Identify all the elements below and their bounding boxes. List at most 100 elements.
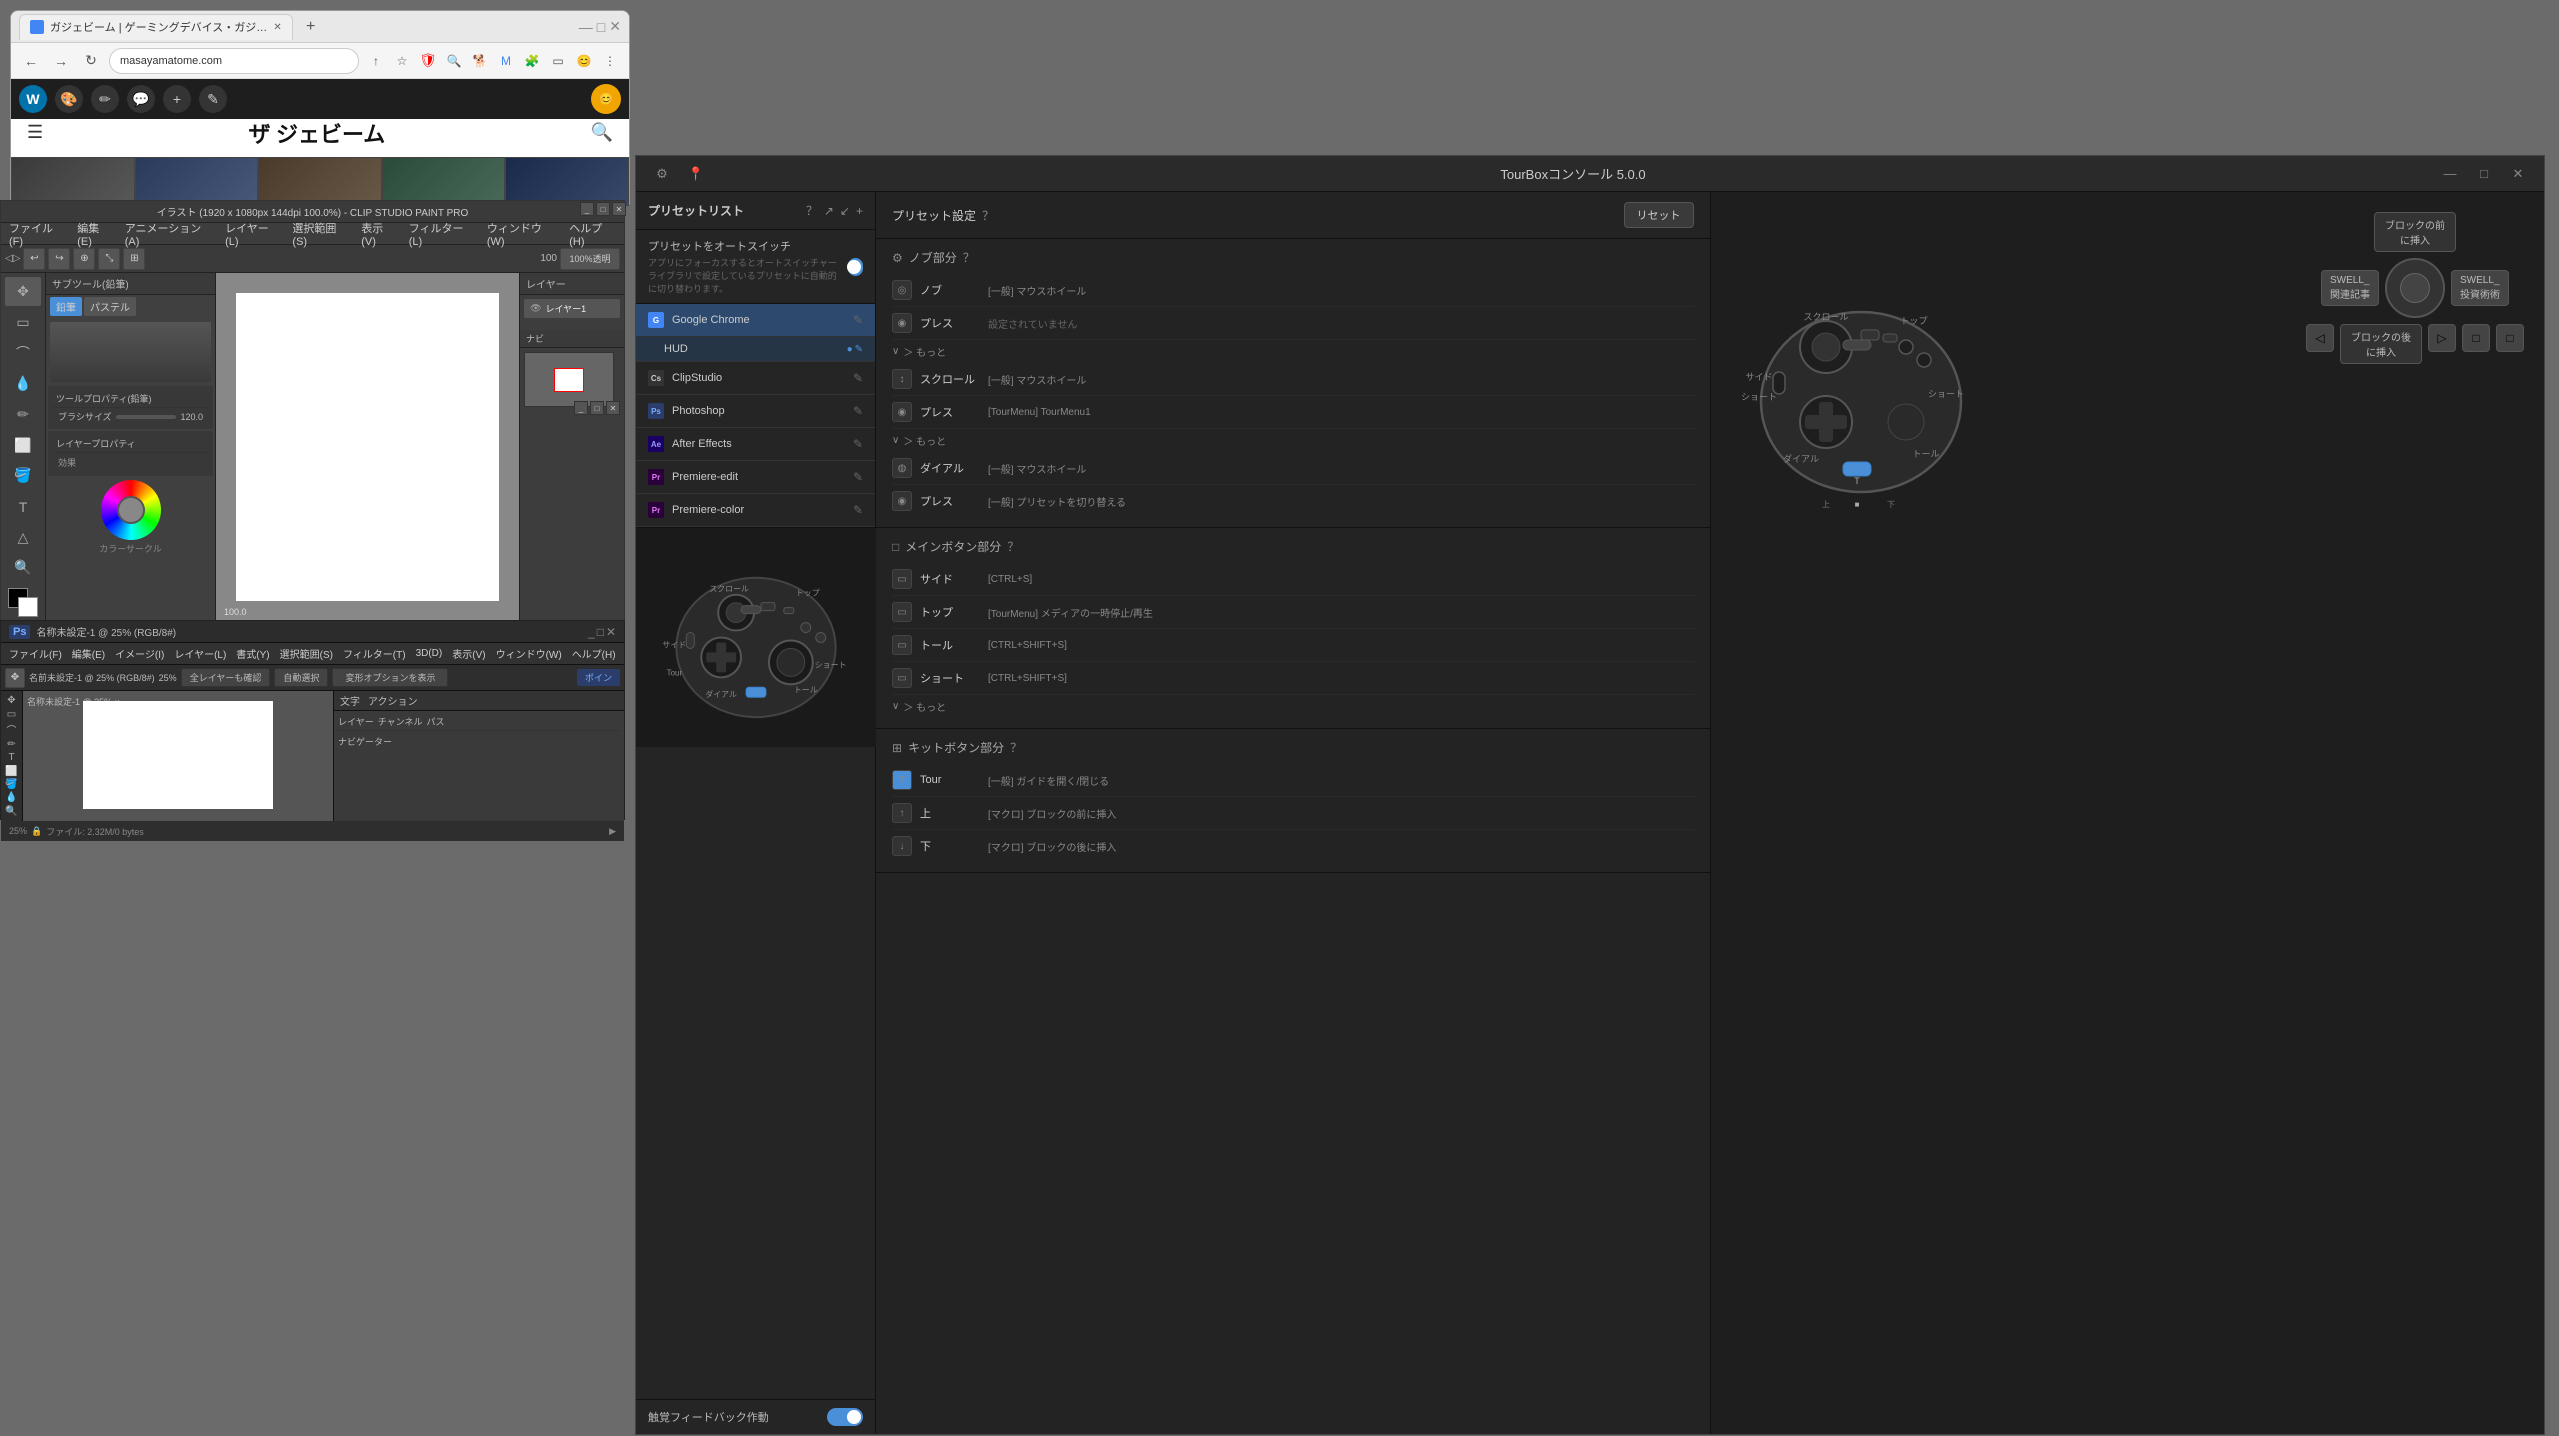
csp-cls-btn[interactable]: ✕ bbox=[612, 202, 626, 216]
csp-tool-fill[interactable]: 🪣 bbox=[5, 461, 41, 490]
ps-tool-move[interactable]: ✥ bbox=[5, 668, 25, 688]
csp-restore-btn[interactable]: □ bbox=[590, 401, 604, 415]
browser-tab[interactable]: ガジェビーム | ゲーミングデバイス・ガジ… ✕ bbox=[19, 14, 293, 40]
ps-menu-image[interactable]: イメージ(I) bbox=[115, 646, 164, 661]
ps-tool-4[interactable]: ✏ bbox=[3, 739, 21, 750]
ps-minimize-btn[interactable]: _ bbox=[588, 625, 595, 639]
swell-sub-btn-1[interactable]: ◁ bbox=[2306, 324, 2334, 352]
csp-layer-item[interactable]: 👁 レイヤー1 bbox=[524, 299, 620, 318]
preset-edit-icon-chrome[interactable]: ✎ bbox=[853, 313, 863, 327]
ps-menu-help[interactable]: ヘルプ(H) bbox=[572, 646, 616, 661]
preset-item-aftereffects[interactable]: Ae After Effects ✎ bbox=[636, 428, 875, 461]
csp-tool-pen[interactable]: ✏ bbox=[5, 400, 41, 429]
wp-comment-btn[interactable]: 💬 bbox=[127, 85, 155, 113]
preset-settings-info[interactable]: ？ bbox=[982, 207, 994, 224]
ps-channel-tab[interactable]: チャンネル bbox=[378, 715, 423, 728]
ps-all-layers-btn[interactable]: 全レイヤーも確認 bbox=[181, 668, 271, 687]
csp-tool-shape[interactable]: △ bbox=[5, 523, 41, 552]
ext2-icon[interactable]: 🐕 bbox=[469, 50, 491, 72]
swell-sub-btn-3[interactable]: □ bbox=[2462, 324, 2490, 352]
csp-tool-eraser[interactable]: ⬜ bbox=[5, 431, 41, 460]
forward-button[interactable]: → bbox=[49, 49, 73, 73]
csp-menu-layer[interactable]: レイヤー(L) bbox=[225, 220, 280, 248]
ps-menu-file[interactable]: ファイル(F) bbox=[9, 646, 62, 661]
preset-list-add-icon[interactable]: + bbox=[856, 204, 863, 218]
kit-info-icon[interactable]: ？ bbox=[1010, 739, 1022, 756]
csp-blend-mode[interactable]: 100%透明 bbox=[560, 248, 620, 270]
preset-edit-icon-photoshop[interactable]: ✎ bbox=[853, 404, 863, 418]
ps-menu-edit[interactable]: 編集(E) bbox=[72, 646, 105, 661]
avatar-icon[interactable]: 😊 bbox=[573, 50, 595, 72]
ps-tool-6[interactable]: ⬜ bbox=[3, 766, 21, 777]
wp-edit-btn[interactable]: ✎ bbox=[199, 85, 227, 113]
wp-avatar[interactable]: 😊 bbox=[591, 84, 621, 114]
ps-tool-7[interactable]: 🪣 bbox=[3, 779, 21, 790]
csp-tool-zoom[interactable]: 🔍 bbox=[5, 554, 41, 583]
csp-menu-window[interactable]: ウィンドウ(W) bbox=[487, 220, 557, 248]
scroll-more-link[interactable]: ∨ ＞ もっと bbox=[892, 429, 1694, 452]
csp-menu-select[interactable]: 選択範囲(S) bbox=[292, 220, 349, 248]
tourbox-close-btn[interactable]: ✕ bbox=[2504, 160, 2532, 188]
tourbox-settings-btn[interactable]: ⚙ bbox=[648, 160, 676, 188]
ps-play-btn[interactable]: ▶ bbox=[609, 826, 616, 837]
wp-logo[interactable]: W bbox=[19, 85, 47, 113]
puzzle-icon[interactable]: 🧩 bbox=[521, 50, 543, 72]
address-bar[interactable] bbox=[109, 48, 359, 74]
csp-brush-size-slider[interactable] bbox=[116, 415, 177, 419]
ps-auto-select-btn[interactable]: 自動選択 bbox=[274, 668, 328, 687]
preset-edit-icon-aftereffects[interactable]: ✎ bbox=[853, 437, 863, 451]
ps-tool-3[interactable]: ⌒ bbox=[3, 722, 21, 737]
ps-transform-btn[interactable]: 変形オプションを表示 bbox=[332, 668, 448, 687]
sidebar-icon[interactable]: ▭ bbox=[547, 50, 569, 72]
csp-min-btn[interactable]: _ bbox=[580, 202, 594, 216]
csp-menu-view[interactable]: 表示(V) bbox=[361, 220, 397, 248]
csp-tool-text[interactable]: T bbox=[5, 492, 41, 521]
csp-grid-btn[interactable]: ⊞ bbox=[123, 248, 145, 270]
site-search-icon[interactable]: 🔍 bbox=[591, 122, 613, 143]
csp-tool-move[interactable]: ✥ bbox=[5, 277, 41, 306]
preset-item-chrome[interactable]: G Google Chrome ✎ bbox=[636, 304, 875, 337]
auto-switch-toggle[interactable] bbox=[848, 258, 863, 276]
csp-redo-btn[interactable]: ↪ bbox=[48, 248, 70, 270]
knob-more-link[interactable]: ∨ ＞ もっと bbox=[892, 340, 1694, 363]
csp-tool-select[interactable]: ▭ bbox=[5, 308, 41, 337]
ps-menu-view[interactable]: 表示(V) bbox=[452, 646, 485, 661]
tourbox-maximize-btn[interactable]: □ bbox=[2470, 160, 2498, 188]
csp-color-swatch[interactable] bbox=[8, 588, 38, 617]
ext3-icon[interactable]: M bbox=[495, 50, 517, 72]
share-icon[interactable]: ↑ bbox=[365, 50, 387, 72]
ps-tool-2[interactable]: ▭ bbox=[3, 708, 21, 719]
preset-edit-icon-clipstudio[interactable]: ✎ bbox=[853, 371, 863, 385]
ps-canvas-area[interactable]: 名称未設定-1 @ 25% × bbox=[23, 691, 333, 821]
preset-item-photoshop[interactable]: Ps Photoshop ✎ bbox=[636, 395, 875, 428]
csp-tool-lasso[interactable]: ⌒ bbox=[5, 338, 41, 367]
csp-menu-edit[interactable]: 編集(E) bbox=[77, 220, 113, 248]
swell-sub-btn-4[interactable]: □ bbox=[2496, 324, 2524, 352]
csp-menu-help[interactable]: ヘルプ(H) bbox=[569, 220, 616, 248]
ps-layers-tab[interactable]: レイヤー bbox=[338, 715, 374, 728]
ps-tool-5[interactable]: T bbox=[3, 752, 21, 763]
csp-move-btn[interactable]: ⊕ bbox=[73, 248, 95, 270]
preset-item-clipstudio[interactable]: Cs ClipStudio ✎ bbox=[636, 362, 875, 395]
csp-layer-visibility-icon[interactable]: 👁 bbox=[530, 303, 541, 314]
preset-hud-item[interactable]: HUD ● ✎ bbox=[636, 337, 875, 362]
csp-tab-pencil[interactable]: 鉛筆 bbox=[50, 297, 82, 316]
swell-block-after[interactable]: ブロックの後に挿入 bbox=[2340, 324, 2422, 364]
swell-center-dial[interactable] bbox=[2385, 258, 2445, 318]
ext1-icon[interactable]: 🔍 bbox=[443, 50, 465, 72]
csp-menu-file[interactable]: ファイル(F) bbox=[9, 220, 65, 248]
preset-list-import-icon[interactable]: ↙ bbox=[840, 204, 850, 218]
tourbox-location-btn[interactable]: 📍 bbox=[682, 160, 710, 188]
swell-block-before-top[interactable]: ブロックの前に挿入 bbox=[2374, 212, 2456, 252]
main-more-link[interactable]: ∨ ＞ もっと bbox=[892, 695, 1694, 718]
preset-item-premiere-edit[interactable]: Pr Premiere-edit ✎ bbox=[636, 461, 875, 494]
preset-edit-icon-premiere-edit[interactable]: ✎ bbox=[853, 470, 863, 484]
swell-left-btn[interactable]: SWELL_関連記事 bbox=[2321, 270, 2379, 306]
knob-info-icon[interactable]: ？ bbox=[963, 249, 975, 266]
csp-undo-btn[interactable]: ↩ bbox=[23, 248, 45, 270]
ps-tool-1[interactable]: ✥ bbox=[3, 695, 21, 706]
ps-arrange-btn[interactable]: ポイン bbox=[577, 669, 620, 686]
tourbox-minimize-btn[interactable]: — bbox=[2436, 160, 2464, 188]
csp-menu-filter[interactable]: フィルター(L) bbox=[409, 220, 475, 248]
wp-pen-btn[interactable]: ✏ bbox=[91, 85, 119, 113]
